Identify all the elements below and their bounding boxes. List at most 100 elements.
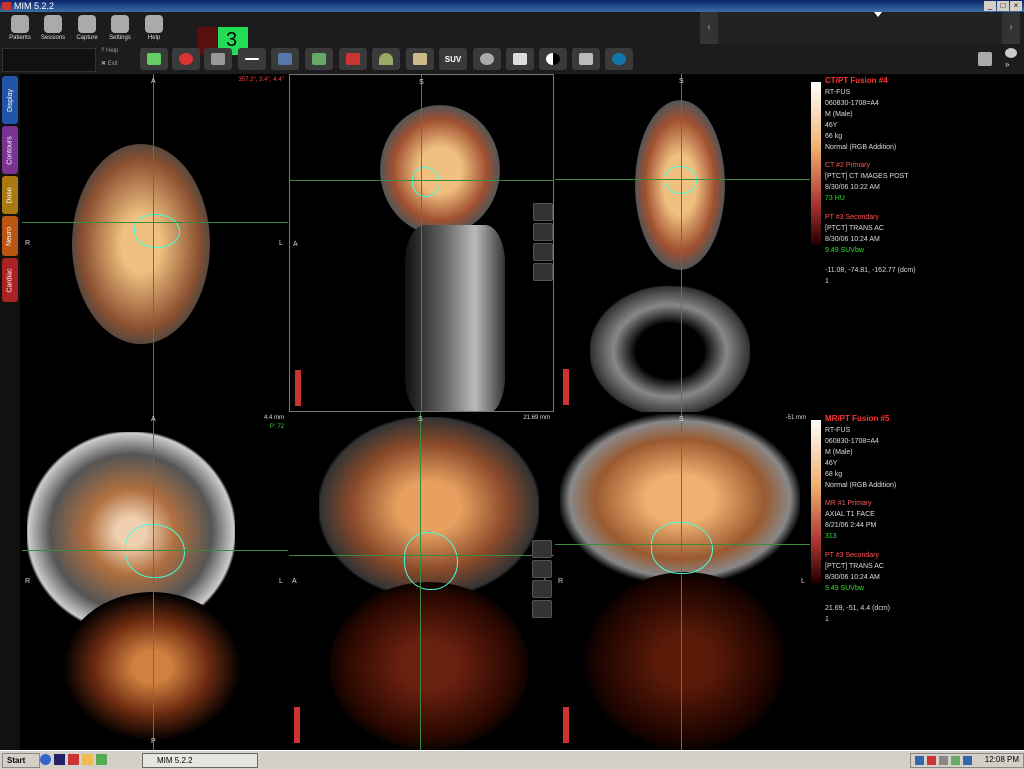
- settings-button[interactable]: Settings: [104, 14, 136, 46]
- info-line: M (Male): [825, 449, 853, 456]
- start-button[interactable]: Start: [2, 753, 40, 768]
- viewport-ct-sagittal[interactable]: S A: [289, 74, 554, 412]
- add-tool-button[interactable]: [533, 223, 553, 241]
- viewport-ct-axial[interactable]: A R L 357.2°, 3.4°, 4.4°: [22, 74, 288, 412]
- orientation-top: S: [679, 416, 684, 423]
- primary-line: [PTCT] CT IMAGES POST: [825, 173, 909, 180]
- minimize-button[interactable]: _: [984, 1, 996, 11]
- save-tool[interactable]: [140, 48, 168, 70]
- small-exit-button[interactable]: ✖ Exit: [101, 60, 137, 69]
- magnet-tool-button[interactable]: [533, 243, 553, 261]
- settings-tool-button[interactable]: [532, 600, 552, 618]
- status-field: [2, 48, 96, 72]
- crosshair-horizontal[interactable]: [289, 555, 554, 556]
- viewport-mr-coronal[interactable]: S R L -51 mm: [555, 412, 810, 750]
- crosshair-vertical[interactable]: [153, 412, 154, 750]
- viewport-ct-coronal[interactable]: S: [555, 74, 810, 412]
- tab-dose[interactable]: Dose: [2, 176, 18, 214]
- tray-icon[interactable]: [927, 756, 936, 765]
- tab-neuro[interactable]: Neuro: [2, 216, 18, 256]
- tools-icon[interactable]: [978, 52, 992, 66]
- info-line: Normal (RGB Addition): [825, 482, 897, 489]
- magnet-tool-button[interactable]: [532, 580, 552, 598]
- expand-icon[interactable]: »: [1005, 61, 1017, 69]
- settings-tool-button[interactable]: [533, 263, 553, 281]
- protractor-tool[interactable]: [372, 48, 400, 70]
- crosshair-horizontal[interactable]: [555, 179, 810, 180]
- small-help-button[interactable]: ? Help: [101, 48, 137, 57]
- notes-tool[interactable]: [406, 48, 434, 70]
- close-button[interactable]: ×: [1010, 1, 1022, 11]
- nav-right-button[interactable]: ›: [1002, 12, 1020, 44]
- layout-tool[interactable]: [271, 48, 299, 70]
- tab-cardiac[interactable]: Cardiac: [2, 258, 18, 302]
- vnc-icon[interactable]: [96, 754, 107, 765]
- tab-contours[interactable]: Contours: [2, 126, 18, 174]
- color-tool[interactable]: [605, 48, 633, 70]
- pan-tool[interactable]: [506, 48, 534, 70]
- add-tool-button[interactable]: [532, 560, 552, 578]
- folder-icon[interactable]: [82, 754, 93, 765]
- secondary-title: PT #3 Secondary: [825, 214, 879, 221]
- position-readout: P: 72: [269, 424, 284, 430]
- system-tray: 12:08 PM: [910, 753, 1024, 768]
- gear-small-icon[interactable]: [1005, 48, 1017, 58]
- help-button[interactable]: Help: [138, 14, 170, 46]
- tray-icon[interactable]: [951, 756, 960, 765]
- windows-taskbar: Start MIM 5.2.2 12:08 PM: [0, 750, 1024, 769]
- tumor-contour: [651, 522, 713, 574]
- annotation-tool[interactable]: [339, 48, 367, 70]
- patients-button[interactable]: Patients: [4, 14, 36, 46]
- ie-icon[interactable]: [40, 754, 51, 765]
- timeline-area[interactable]: [718, 12, 1002, 44]
- rotation-readout: 357.2°, 3.4°, 4.4°: [238, 77, 284, 83]
- crosshair-horizontal[interactable]: [555, 544, 810, 545]
- crosshair-vertical[interactable]: [421, 75, 422, 411]
- crosshair-horizontal[interactable]: [290, 180, 553, 181]
- body-orientation-icon: [563, 369, 569, 405]
- sagittal-spine-image: [405, 225, 505, 411]
- tab-display[interactable]: Display: [2, 76, 18, 124]
- delete-tool-button[interactable]: [533, 203, 553, 221]
- crosshair-vertical[interactable]: [681, 74, 682, 412]
- info-line: 68 kg: [825, 471, 843, 478]
- crosshair-tool[interactable]: [238, 48, 266, 70]
- secondary-line: 8/30/06 10:24 AM: [825, 236, 880, 243]
- nav-left-button[interactable]: ‹: [700, 12, 718, 44]
- tray-icon[interactable]: [915, 756, 924, 765]
- color-scale-bar[interactable]: [811, 420, 821, 583]
- crosshair-horizontal[interactable]: [22, 550, 288, 551]
- crosshair-horizontal[interactable]: [22, 222, 288, 223]
- viewport-mr-sagittal[interactable]: S A L 21.69 mm: [289, 412, 554, 750]
- info-panel-mr-pt: MR/PT Fusion #5 RT-FUS 060830-1708=A4 M …: [810, 412, 1024, 750]
- magnify-tool[interactable]: [473, 48, 501, 70]
- color-scale-bar[interactable]: [811, 82, 821, 245]
- tray-icon[interactable]: [963, 756, 972, 765]
- maximize-button[interactable]: □: [997, 1, 1009, 11]
- screenshot-tool[interactable]: [572, 48, 600, 70]
- suv-tool[interactable]: SUV: [439, 48, 467, 70]
- delete-tool-button[interactable]: [532, 540, 552, 558]
- window-level-tool[interactable]: [539, 48, 567, 70]
- crosshair-vertical[interactable]: [420, 412, 421, 750]
- tray-icon[interactable]: [939, 756, 948, 765]
- sagittal-head-image: [380, 105, 500, 235]
- zoom-region-tool[interactable]: [204, 48, 232, 70]
- sessions-button[interactable]: Sessions: [37, 14, 69, 46]
- viewport-mr-axial[interactable]: A P R L 4.4 mm P: 72: [22, 412, 288, 750]
- title-bar: MIM 5.2.2 _ □ ×: [0, 0, 1024, 12]
- crosshair-vertical[interactable]: [153, 74, 154, 412]
- capture-button[interactable]: Capture: [71, 14, 103, 46]
- coordinates: 21.69, -51, 4.4 (dcm): [825, 605, 890, 612]
- coordinates: -11.08, -74.81, -162.77 (dcm): [825, 267, 916, 274]
- circle-icon: [612, 53, 626, 65]
- taskbar-mim-window[interactable]: MIM 5.2.2: [142, 753, 258, 768]
- secondary-line: [PTCT] TRANS AC: [825, 225, 884, 232]
- crosshair-vertical[interactable]: [681, 412, 682, 750]
- timeline-marker[interactable]: [874, 12, 882, 17]
- body-tool[interactable]: [305, 48, 333, 70]
- app-quicklaunch-icon[interactable]: [68, 754, 79, 765]
- fusion-tool[interactable]: [172, 48, 200, 70]
- desktop-icon[interactable]: [54, 754, 65, 765]
- info-line: RT-FUS: [825, 89, 851, 96]
